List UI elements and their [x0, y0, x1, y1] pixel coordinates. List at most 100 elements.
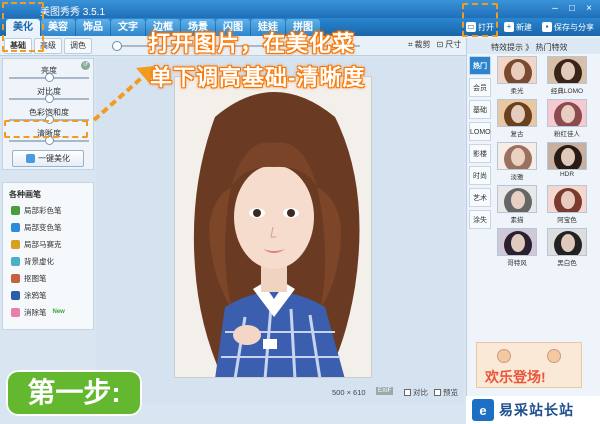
crop-icon: ⌗: [408, 39, 413, 49]
effect-category-3[interactable]: LOMO: [469, 122, 491, 141]
preview-label: 预览: [443, 388, 458, 397]
compare-icon: [404, 389, 411, 396]
brush-item[interactable]: 背景虚化: [11, 254, 54, 268]
new-badge: New: [52, 309, 65, 315]
effect-label: 阿宝色: [557, 217, 577, 224]
zoom-knob[interactable]: [112, 41, 122, 51]
effect-preview-image: [497, 142, 537, 170]
effect-category-1[interactable]: 会员: [469, 78, 491, 97]
portrait-image: [175, 77, 371, 377]
crop-label: 裁剪: [414, 40, 431, 49]
new-label: 新建: [516, 22, 532, 32]
effect-category-5[interactable]: 时尚: [469, 166, 491, 185]
brush-icon: [11, 205, 20, 215]
compare-label: 对比: [413, 388, 428, 397]
ad-banner[interactable]: 欢乐登场!: [476, 342, 582, 388]
watermark-text: 易采站长站: [499, 402, 574, 418]
effect-label: 复古: [510, 131, 524, 138]
effect-thumbnail[interactable]: HDR: [547, 142, 587, 178]
callout-line-1: 打开图片，在美化菜: [148, 31, 356, 56]
cartoon-face-icon: [547, 349, 561, 363]
effect-thumbnail[interactable]: 淡雅: [497, 142, 537, 181]
effect-preview-image: [547, 142, 587, 170]
brush-label: 抠图笔: [24, 273, 47, 283]
slider-knob[interactable]: [44, 73, 54, 82]
save-icon: ▪: [542, 22, 552, 32]
compare-button[interactable]: 对比: [404, 387, 428, 398]
preview-icon: [434, 389, 441, 396]
effect-category-7[interactable]: 涂失: [469, 210, 491, 229]
tab-2[interactable]: 饰品: [76, 19, 110, 36]
brush-icon: [11, 222, 20, 232]
brush-label: 涂鸦笔: [24, 290, 47, 300]
effect-preview-image: [497, 56, 537, 84]
step-badge: 第一步:: [6, 370, 142, 416]
brush-icon: [11, 256, 20, 266]
effect-preview-image: [547, 56, 587, 84]
effect-thumbnail[interactable]: 哥特风: [497, 228, 537, 267]
photo[interactable]: [174, 76, 372, 378]
save-share-button[interactable]: ▪ 保存与分享: [540, 20, 596, 34]
effect-preview-image: [547, 228, 587, 256]
exif-button[interactable]: EXIF: [376, 387, 394, 395]
edit-tools: ⌗ 裁剪 ⊡ 尺寸: [408, 39, 461, 50]
highlight-open-button: [462, 3, 498, 37]
effect-thumbnail[interactable]: 粉红佳人: [547, 99, 587, 138]
brush-label: 消除笔: [24, 307, 47, 317]
brush-label: 局部马赛克: [24, 239, 62, 249]
brush-item[interactable]: 消除笔 New: [11, 305, 65, 319]
close-icon[interactable]: ×: [582, 2, 596, 15]
effect-category-6[interactable]: 艺术: [469, 188, 491, 207]
preview-button[interactable]: 预览: [434, 387, 458, 398]
callout-line-2: 单下调高基础-清晰度: [150, 65, 366, 90]
effect-thumbnail[interactable]: 阿宝色: [547, 185, 587, 224]
effects-header: 特效提示 》 热门特效: [467, 38, 600, 54]
one-click-beautify-button[interactable]: 一键美化: [12, 150, 84, 167]
effect-preview-image: [497, 185, 537, 213]
magic-icon: [26, 154, 35, 163]
slider-knob[interactable]: [44, 94, 54, 103]
brush-item[interactable]: 局部马赛克: [11, 237, 62, 251]
sub-tab-2[interactable]: 调色: [64, 38, 92, 54]
brush-item[interactable]: 抠图笔: [11, 271, 47, 285]
effect-thumbnail[interactable]: 经典LOMO: [547, 56, 587, 95]
effect-categories: 热门会员基础 LOMO 影楼时尚艺术涂失: [469, 56, 491, 232]
effect-category-0[interactable]: 热门: [469, 56, 491, 75]
cartoon-face-icon: [497, 349, 511, 363]
brush-label: 背景虚化: [24, 256, 54, 266]
image-dimensions: 500 × 610: [332, 388, 366, 397]
minimize-icon[interactable]: –: [548, 2, 562, 15]
effect-preview-image: [497, 99, 537, 127]
effect-label: 素描: [510, 217, 524, 224]
crop-button[interactable]: ⌗ 裁剪: [408, 39, 431, 50]
brush-icon: [11, 239, 20, 249]
brush-item[interactable]: 局部变色笔: [11, 220, 62, 234]
size-button[interactable]: ⊡ 尺寸: [437, 39, 462, 50]
watermark: e 易采站长站: [466, 396, 600, 424]
app-window: 美图秀秀 3.5.1 – □ × 美化 美容 饰品 文字 边框 场景 闪图 娃娃 拼图 ▭ 打开…: [0, 0, 600, 424]
resize-icon: ⊡: [436, 40, 444, 49]
window-controls: – □ ×: [548, 2, 596, 15]
effect-thumbnail[interactable]: 素描: [497, 185, 537, 224]
effect-category-4[interactable]: 影楼: [469, 144, 491, 163]
effects-breadcrumb: 特效提示 》 热门特效: [491, 43, 568, 52]
brush-item[interactable]: 涂鸦笔: [11, 288, 47, 302]
highlight-beautify-tab: [2, 2, 44, 52]
effect-label: 哥特风: [507, 260, 527, 267]
adjust-slider-0[interactable]: 亮度: [7, 65, 91, 83]
adjust-slider-1[interactable]: 对比度: [7, 86, 91, 104]
maximize-icon[interactable]: □: [565, 2, 579, 15]
brush-heading: 各种画笔: [9, 190, 41, 199]
tab-3[interactable]: 文字: [111, 19, 145, 36]
effect-thumbnail[interactable]: 柔光: [497, 56, 537, 95]
tab-1[interactable]: 美容: [41, 19, 75, 36]
effect-thumbnail[interactable]: 黑白色: [547, 228, 587, 267]
brush-item[interactable]: 局部彩色笔: [11, 203, 62, 217]
brush-panel: 各种画笔 局部彩色笔局部变色笔局部马赛克背景虚化抠图笔涂鸦笔消除笔 New: [2, 182, 94, 330]
effect-category-2[interactable]: 基础: [469, 100, 491, 119]
window-title: 美图秀秀 3.5.1: [40, 7, 106, 18]
effect-preview-image: [497, 228, 537, 256]
new-button[interactable]: + 新建: [502, 20, 534, 34]
site-logo-icon: e: [472, 399, 494, 421]
effect-thumbnail[interactable]: 复古: [497, 99, 537, 138]
